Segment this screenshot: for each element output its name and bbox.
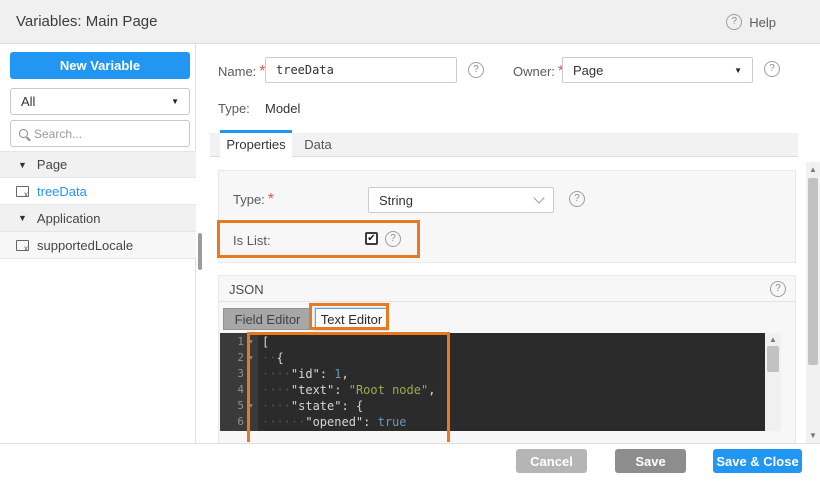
- name-label: Name:*: [218, 63, 266, 81]
- help-label: Help: [749, 15, 776, 30]
- sidebar-group-page[interactable]: ▼ Page: [0, 151, 196, 178]
- page-title: Variables: Main Page: [16, 13, 157, 30]
- scroll-down-icon[interactable]: ▼: [806, 431, 820, 440]
- is-list-label: Is List:: [233, 233, 271, 248]
- variable-icon: x: [16, 240, 29, 251]
- cancel-button[interactable]: Cancel: [516, 449, 587, 473]
- name-help-icon[interactable]: ?: [468, 62, 484, 78]
- owner-select[interactable]: Page ▼: [562, 57, 753, 83]
- prop-type-help-icon[interactable]: ?: [569, 191, 585, 207]
- chevron-down-icon: [533, 192, 544, 203]
- code-line: 5▾ ····"state": {: [220, 398, 765, 414]
- sidebar-item-supportedlocale[interactable]: x supportedLocale: [0, 232, 196, 259]
- prop-type-label: Type:*: [233, 191, 274, 209]
- variable-label: treeData: [37, 184, 87, 199]
- code-line: 3 ····"id": 1,: [220, 366, 765, 382]
- tab-data[interactable]: Data: [292, 133, 344, 157]
- field-editor-button[interactable]: Field Editor: [223, 308, 312, 330]
- owner-selected-value: Page: [573, 63, 734, 78]
- search-input[interactable]: [34, 127, 164, 141]
- search-icon: [19, 129, 28, 138]
- fold-arrow-icon[interactable]: ▾: [244, 334, 258, 350]
- dropdown-arrow-icon: ▼: [171, 97, 179, 106]
- sidebar-item-treedata[interactable]: x treeData: [0, 178, 196, 205]
- new-variable-button[interactable]: New Variable: [10, 52, 190, 79]
- variable-label: supportedLocale: [37, 238, 133, 253]
- dropdown-arrow-icon: ▼: [734, 66, 742, 75]
- sidebar-group-application[interactable]: ▼ Application: [0, 205, 196, 232]
- sidebar-scrollbar-thumb[interactable]: [198, 233, 202, 270]
- properties-panel: Type:* String ? Is List: ✔ ?: [218, 170, 796, 263]
- type-value: Model: [265, 101, 300, 116]
- prop-type-select[interactable]: String: [368, 187, 554, 213]
- group-label: Page: [37, 157, 67, 172]
- save-button[interactable]: Save: [615, 449, 686, 473]
- code-line: 6 ······"opened": true: [220, 414, 765, 430]
- window-header: Variables: Main Page ? Help: [0, 0, 820, 44]
- is-list-help-icon[interactable]: ?: [385, 231, 401, 247]
- json-panel-title: JSON: [229, 282, 264, 297]
- main-scrollbar-thumb[interactable]: [808, 178, 818, 365]
- json-help-icon[interactable]: ?: [770, 281, 786, 297]
- fold-arrow-icon[interactable]: ▾: [244, 350, 258, 366]
- prop-type-selected-value: String: [379, 193, 535, 208]
- variable-icon: x: [16, 186, 29, 197]
- json-panel-header: JSON: [219, 276, 795, 302]
- code-line: 1▾ [: [220, 334, 765, 350]
- variables-tree: ▼ Page x treeData ▼ Application x suppor…: [0, 151, 196, 259]
- code-line: 2▾ ··{: [220, 350, 765, 366]
- code-line: 4 ····"text": "Root node",: [220, 382, 765, 398]
- footer-bar: Cancel Save Save & Close: [0, 443, 820, 490]
- variable-filter-select[interactable]: All ▼: [10, 88, 190, 115]
- main-scrollbar[interactable]: ▲ ▼: [806, 162, 820, 443]
- required-asterisk: *: [268, 191, 274, 208]
- help-question-icon: ?: [726, 14, 742, 30]
- filter-selected-value: All: [21, 94, 171, 109]
- tab-properties[interactable]: Properties: [220, 130, 292, 157]
- variable-search[interactable]: [10, 120, 190, 147]
- type-label: Type:: [218, 101, 250, 116]
- owner-label: Owner:*: [513, 63, 564, 81]
- group-label: Application: [37, 211, 101, 226]
- save-and-close-button[interactable]: Save & Close: [713, 449, 802, 473]
- collapse-arrow-icon: ▼: [18, 160, 27, 170]
- variables-sidebar: New Variable All ▼ ▼ Page x treeData ▼ A…: [0, 44, 196, 443]
- help-button[interactable]: ? Help: [726, 14, 776, 30]
- owner-help-icon[interactable]: ?: [764, 61, 780, 77]
- editor-scrollbar[interactable]: ▲: [765, 333, 781, 431]
- scroll-up-icon[interactable]: ▲: [765, 335, 781, 344]
- scroll-up-icon[interactable]: ▲: [806, 165, 820, 174]
- detail-tabbar: Properties Data: [210, 130, 798, 157]
- text-editor-button[interactable]: Text Editor: [315, 308, 388, 330]
- editor-scrollbar-thumb[interactable]: [767, 346, 779, 372]
- json-code-editor[interactable]: 1▾ [ 2▾ ··{ 3 ····"id": 1, 4 ····"text":…: [220, 333, 765, 431]
- is-list-checkbox[interactable]: ✔: [365, 232, 378, 245]
- fold-arrow-icon[interactable]: ▾: [244, 398, 258, 414]
- collapse-arrow-icon: ▼: [18, 213, 27, 223]
- name-field[interactable]: [265, 57, 457, 83]
